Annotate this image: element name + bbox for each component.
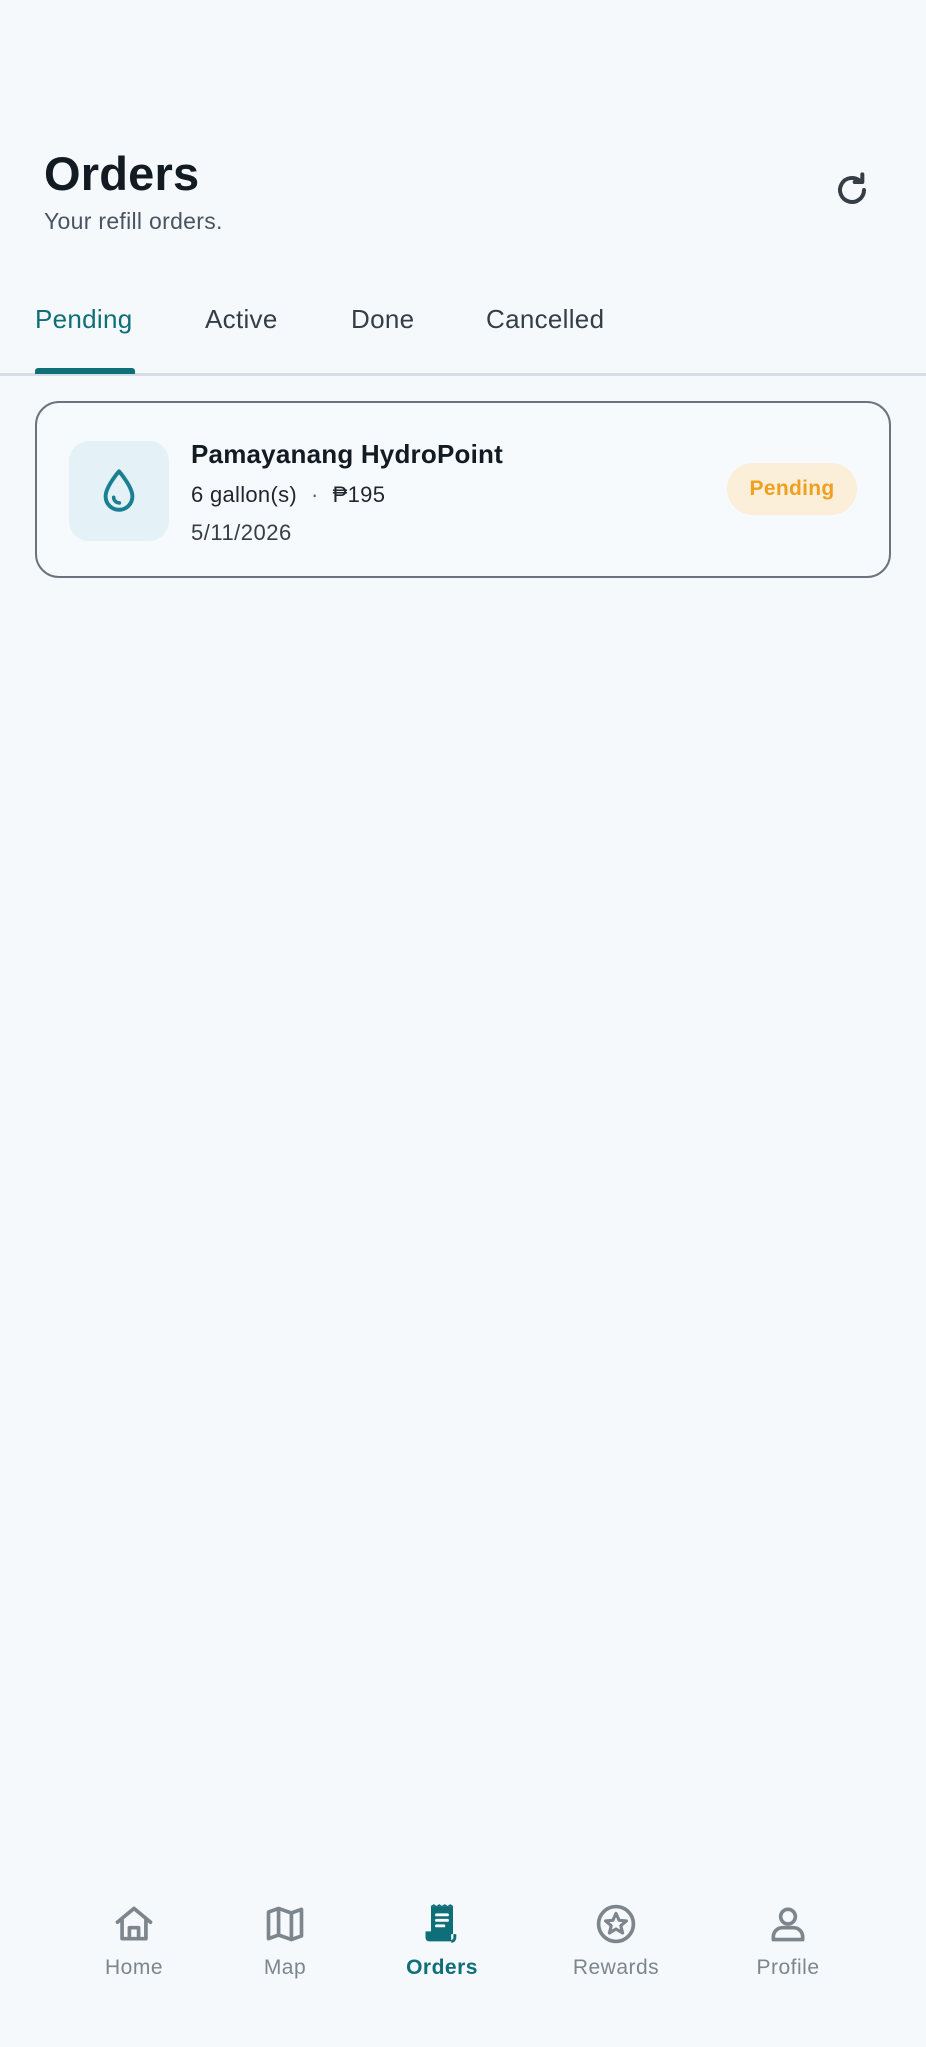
nav-rewards[interactable]: Rewards: [546, 1900, 686, 1980]
status-badge: Pending: [727, 463, 857, 515]
refresh-icon: [838, 172, 866, 204]
orders-screen: Orders Your refill orders. Pending Activ…: [0, 0, 926, 2047]
nav-orders[interactable]: Orders: [372, 1900, 512, 1980]
nav-label-rewards: Rewards: [572, 1956, 660, 1979]
page-subtitle: Your refill orders.: [44, 208, 223, 234]
nav-label-orders: Orders: [406, 1956, 478, 1979]
page-title: Orders: [44, 147, 200, 200]
active-tab-indicator: [35, 368, 135, 374]
person-icon: [764, 1900, 812, 1948]
star-badge-icon: [592, 1900, 640, 1948]
tab-done[interactable]: Done: [351, 304, 414, 335]
nav-profile[interactable]: Profile: [718, 1900, 858, 1980]
home-icon: [110, 1900, 158, 1948]
order-details: Pamayanang HydroPoint 6 gallon(s) · ₱195 5…: [191, 439, 503, 546]
order-icon-container: [69, 441, 169, 541]
order-price: ₱195: [332, 482, 386, 507]
refresh-button[interactable]: [824, 162, 880, 218]
nav-home[interactable]: Home: [64, 1900, 204, 1980]
order-meta: 6 gallon(s) · ₱195: [191, 482, 503, 508]
bottom-navigation: Home Map Orders Rewards Profile: [0, 1860, 926, 2047]
page-header: Orders Your refill orders.: [44, 142, 882, 252]
order-quantity: 6 gallon(s): [191, 482, 298, 507]
order-card[interactable]: Pamayanang HydroPoint 6 gallon(s) · ₱195 5…: [35, 401, 891, 578]
nav-label-map: Map: [263, 1956, 307, 1979]
order-status-tabs: Pending Active Done Cancelled: [0, 290, 926, 376]
tab-active[interactable]: Active: [205, 304, 278, 335]
nav-map[interactable]: Map: [215, 1900, 355, 1980]
map-icon: [261, 1900, 309, 1948]
tab-pending[interactable]: Pending: [35, 304, 133, 335]
tab-cancelled[interactable]: Cancelled: [486, 304, 604, 335]
station-name: Pamayanang HydroPoint: [191, 439, 503, 469]
nav-label-home: Home: [104, 1956, 164, 1979]
water-drop-icon: [103, 469, 135, 512]
nav-label-profile: Profile: [756, 1956, 820, 1979]
order-date: 5/11/2026: [191, 520, 292, 545]
meta-separator: ·: [311, 482, 319, 507]
receipt-icon: [418, 1900, 466, 1948]
